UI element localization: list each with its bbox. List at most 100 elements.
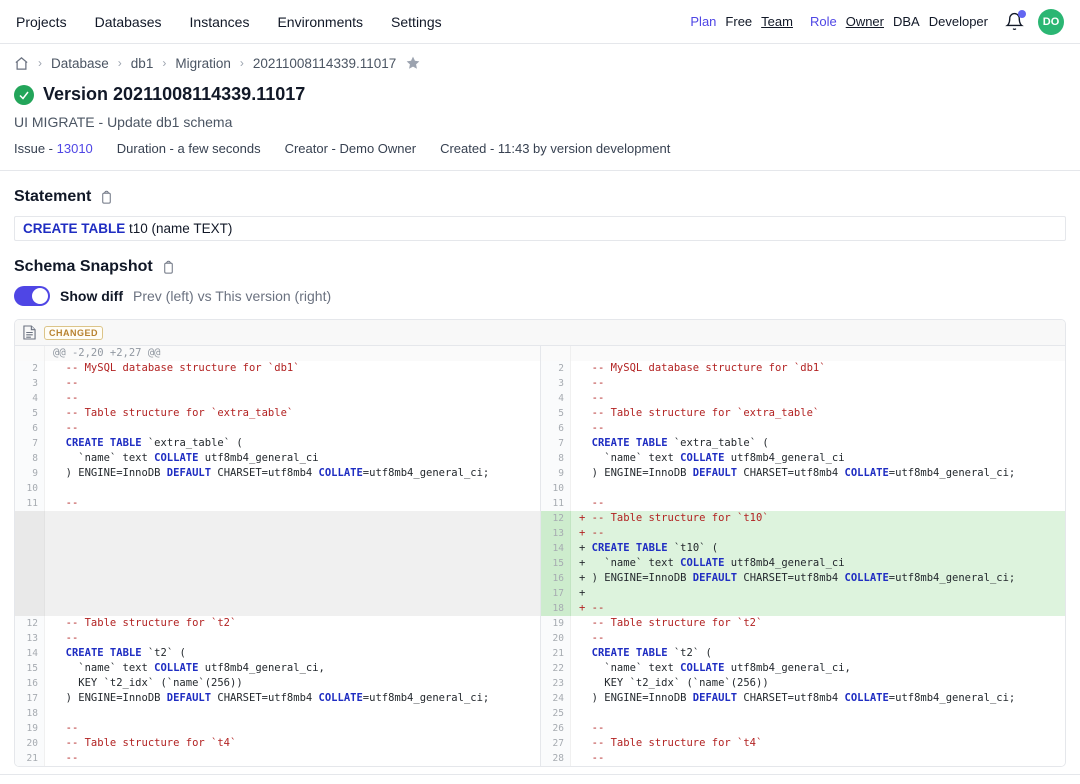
- line-number: 4: [15, 391, 45, 406]
- diff-cell-left: 15 `name` text COLLATE utf8mb4_general_c…: [15, 661, 540, 676]
- code-line: + --: [571, 526, 1065, 541]
- nav-item-environments[interactable]: Environments: [277, 14, 363, 30]
- diff-cell-right: 26 --: [540, 721, 1065, 736]
- copy-snapshot-icon[interactable]: [161, 260, 176, 275]
- code-line: --: [45, 631, 540, 646]
- breadcrumb-separator: ›: [38, 56, 42, 70]
- line-number: 26: [541, 721, 571, 736]
- line-number: [541, 346, 571, 361]
- top-navigation-bar: Projects Databases Instances Environment…: [0, 0, 1080, 44]
- code-line: [45, 511, 540, 526]
- line-number: 22: [541, 661, 571, 676]
- line-number: 17: [15, 691, 45, 706]
- code-line: + -- Table structure for `t10`: [571, 511, 1065, 526]
- line-number: 2: [15, 361, 45, 376]
- diff-row: 14 CREATE TABLE `t2` (21 CREATE TABLE `t…: [15, 646, 1065, 661]
- statement-section-header: Statement: [14, 188, 1066, 206]
- diff-row: 8 `name` text COLLATE utf8mb4_general_ci…: [15, 451, 1065, 466]
- diff-cell-right: 11 --: [540, 496, 1065, 511]
- nav-item-databases[interactable]: Databases: [95, 14, 162, 30]
- breadcrumb-separator: ›: [240, 56, 244, 70]
- home-icon[interactable]: [14, 56, 29, 71]
- diff-cell-right: 22 `name` text COLLATE utf8mb4_general_c…: [540, 661, 1065, 676]
- line-number: 18: [541, 601, 571, 616]
- diff-cell-left: [15, 556, 540, 571]
- meta-issue: Issue - 13010: [14, 141, 93, 156]
- line-number: 6: [541, 421, 571, 436]
- line-number: 24: [541, 691, 571, 706]
- line-number: [15, 511, 45, 526]
- nav-item-projects[interactable]: Projects: [16, 14, 67, 30]
- issue-link[interactable]: 13010: [57, 141, 93, 156]
- diff-row: 11 --11 --: [15, 496, 1065, 511]
- diff-row: 20 -- Table structure for `t4`27 -- Tabl…: [15, 736, 1065, 751]
- diff-cell-left: 6 --: [15, 421, 540, 436]
- code-line: [45, 706, 540, 721]
- nav-item-instances[interactable]: Instances: [190, 14, 250, 30]
- avatar[interactable]: DO: [1038, 9, 1064, 35]
- diff-cell-right: 14+ CREATE TABLE `t10` (: [540, 541, 1065, 556]
- diff-row: 9 ) ENGINE=InnoDB DEFAULT CHARSET=utf8mb…: [15, 466, 1065, 481]
- diff-cell-left: 17 ) ENGINE=InnoDB DEFAULT CHARSET=utf8m…: [15, 691, 540, 706]
- diff-cell-right: 15+ `name` text COLLATE utf8mb4_general_…: [540, 556, 1065, 571]
- diff-row: 17+: [15, 586, 1065, 601]
- line-number: 9: [15, 466, 45, 481]
- role-owner-link[interactable]: Owner: [846, 14, 884, 29]
- diff-cell-left: 10: [15, 481, 540, 496]
- nav-item-settings[interactable]: Settings: [391, 14, 442, 30]
- copy-statement-icon[interactable]: [99, 190, 114, 205]
- role-dba-link[interactable]: DBA: [893, 14, 920, 29]
- code-line: --: [45, 376, 540, 391]
- code-line: [45, 556, 540, 571]
- code-line: -- Table structure for `t2`: [571, 616, 1065, 631]
- meta-creator: Creator - Demo Owner: [285, 141, 416, 156]
- code-line: ) ENGINE=InnoDB DEFAULT CHARSET=utf8mb4 …: [45, 691, 540, 706]
- line-number: 20: [541, 631, 571, 646]
- line-number: 2: [541, 361, 571, 376]
- role-link[interactable]: Role: [810, 14, 837, 29]
- line-number: 27: [541, 736, 571, 751]
- diff-hint-label: Prev (left) vs This version (right): [133, 288, 331, 304]
- topbar-right: Plan Free Team Role Owner DBA Developer …: [690, 9, 1064, 35]
- notification-bell-icon[interactable]: [1005, 12, 1025, 32]
- diff-row: 7 CREATE TABLE `extra_table` (7 CREATE T…: [15, 436, 1065, 451]
- diff-row: 3 --3 --: [15, 376, 1065, 391]
- diff-table: @@ -2,20 +2,27 @@2 -- MySQL database str…: [15, 346, 1065, 766]
- line-number: 9: [541, 466, 571, 481]
- breadcrumb-migration[interactable]: Migration: [175, 56, 231, 71]
- plan-link[interactable]: Plan: [690, 14, 716, 29]
- diff-cell-right: 17+: [540, 586, 1065, 601]
- team-link[interactable]: Team: [761, 14, 793, 29]
- code-line: --: [571, 421, 1065, 436]
- diff-cell-right: 18+ --: [540, 601, 1065, 616]
- diff-cell-left: @@ -2,20 +2,27 @@: [15, 346, 540, 361]
- show-diff-toggle[interactable]: [14, 286, 50, 306]
- code-line: [45, 526, 540, 541]
- breadcrumb-version[interactable]: 20211008114339.11017: [253, 56, 396, 71]
- section-divider: [0, 170, 1080, 171]
- diff-row: 18+ --: [15, 601, 1065, 616]
- code-line: `name` text COLLATE utf8mb4_general_ci,: [45, 661, 540, 676]
- diff-cell-right: 27 -- Table structure for `t4`: [540, 736, 1065, 751]
- code-line: --: [45, 391, 540, 406]
- diff-cell-left: 12 -- Table structure for `t2`: [15, 616, 540, 631]
- code-line: ) ENGINE=InnoDB DEFAULT CHARSET=utf8mb4 …: [45, 466, 540, 481]
- breadcrumb-database[interactable]: Database: [51, 56, 109, 71]
- diff-row: 4 --4 --: [15, 391, 1065, 406]
- role-developer-link[interactable]: Developer: [929, 14, 988, 29]
- diff-row: 13+ --: [15, 526, 1065, 541]
- breadcrumb-db1[interactable]: db1: [131, 56, 154, 71]
- diff-cell-left: [15, 586, 540, 601]
- code-line: -- Table structure for `t4`: [571, 736, 1065, 751]
- show-diff-label: Show diff: [60, 288, 123, 304]
- favorite-star-icon[interactable]: [405, 55, 421, 71]
- diff-cell-left: 16 KEY `t2_idx` (`name`(256)): [15, 676, 540, 691]
- line-number: 11: [541, 496, 571, 511]
- issue-label: Issue -: [14, 141, 53, 156]
- line-number: 5: [15, 406, 45, 421]
- diff-cell-left: [15, 526, 540, 541]
- code-line: `name` text COLLATE utf8mb4_general_ci: [45, 451, 540, 466]
- line-number: 10: [541, 481, 571, 496]
- diff-cell-right: 21 CREATE TABLE `t2` (: [540, 646, 1065, 661]
- diff-row: 14+ CREATE TABLE `t10` (: [15, 541, 1065, 556]
